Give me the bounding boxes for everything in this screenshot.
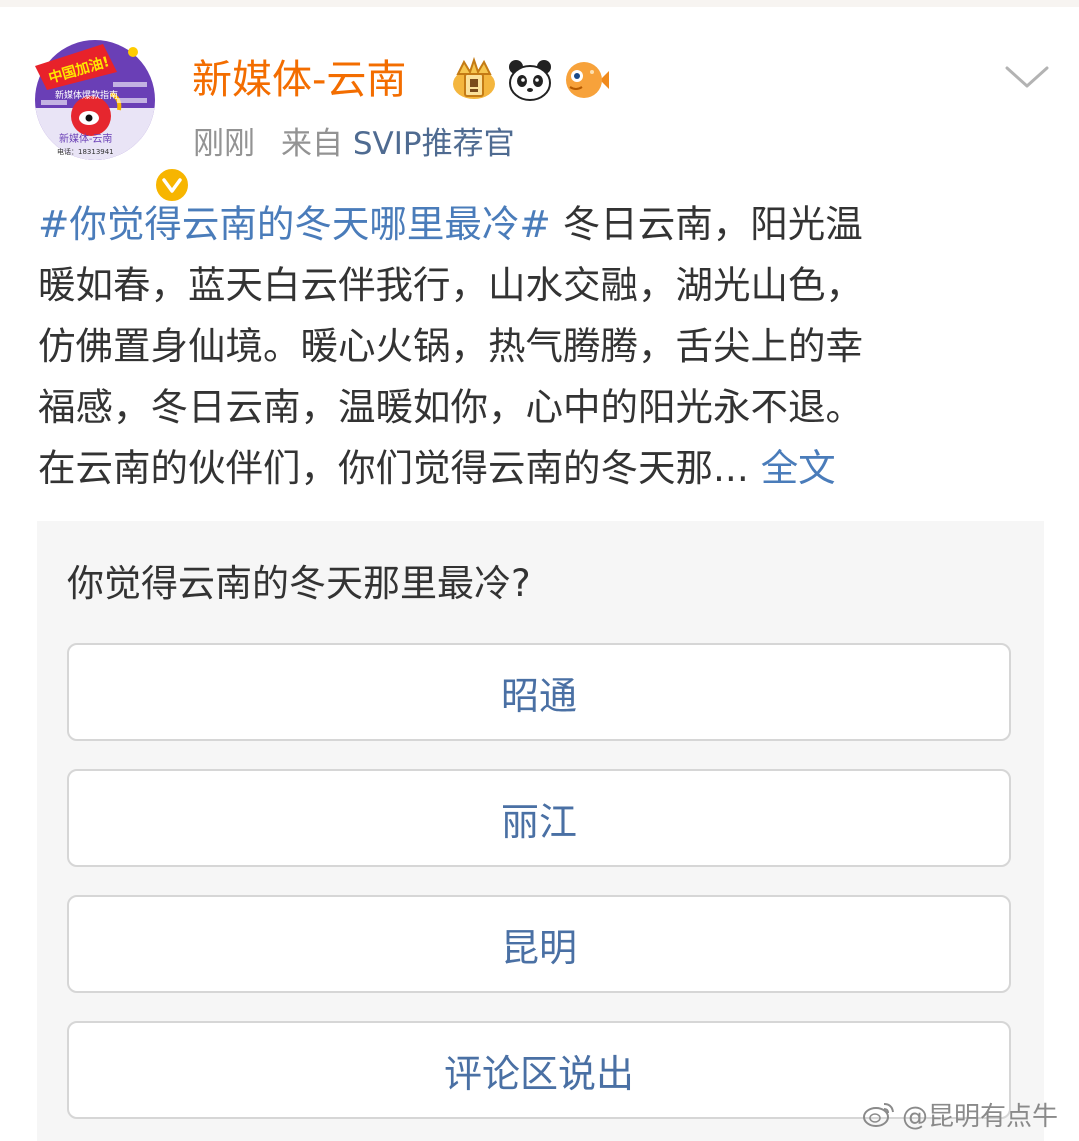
avatar-line1-text: 新媒体爆款指南: [55, 89, 118, 101]
post-text-line-5: 在云南的伙伴们，你们觉得云南的冬天那... 全文: [38, 438, 1048, 499]
avatar[interactable]: 中国加油! 新媒体爆款指南 新媒体-云南 电话：18313941: [33, 38, 191, 204]
full-text-link[interactable]: 全文: [761, 446, 836, 490]
from-label: 来自: [281, 126, 343, 162]
chevron-down-icon[interactable]: [1004, 62, 1050, 92]
post-meta: 刚刚 来自 SVIP推荐官: [193, 122, 515, 166]
post-text-line-2: 暖如春，蓝天白云伴我行，山水交融，湖光山色，: [38, 263, 863, 307]
weibo-post-page: 中国加油! 新媒体爆款指南 新媒体-云南 电话：18313941 新媒体-云南: [0, 0, 1079, 1141]
weibo-logo-icon: [863, 1103, 894, 1127]
post-text-line-4: 福感，冬日云南，温暖如你，心中的阳光永不退。: [38, 385, 863, 429]
post-time: 刚刚: [193, 126, 255, 162]
top-divider: [0, 0, 1079, 7]
poll-question: 你觉得云南的冬天那里最冷?: [67, 562, 531, 605]
poll-option-kunming[interactable]: 昆明: [67, 895, 1011, 993]
post-text-line-1: #你觉得云南的冬天哪里最冷# 冬日云南，阳光温: [38, 194, 1048, 255]
watermark-text: @昆明有点牛: [902, 1101, 1059, 1132]
post-text-line-5-text: 在云南的伙伴们，你们觉得云南的冬天那...: [38, 446, 761, 490]
post-text-line-1-rest: 冬日云南，阳光温: [550, 202, 863, 246]
panda-badge-icon[interactable]: [506, 56, 554, 104]
fish-badge-icon[interactable]: [562, 56, 610, 104]
post-source[interactable]: SVIP推荐官: [353, 126, 515, 162]
avatar-phone-text: 电话：18313941: [57, 147, 114, 156]
hashtag-link[interactable]: #你觉得云南的冬天哪里最冷#: [38, 202, 551, 246]
watermark: @昆明有点牛: [862, 1094, 1058, 1134]
avatar-image: 中国加油! 新媒体爆款指南 新媒体-云南 电话：18313941: [35, 40, 155, 160]
poll-option-lijiang[interactable]: 丽江: [67, 769, 1011, 867]
poll-card: 你觉得云南的冬天那里最冷? 昭通 丽江 昆明 评论区说出: [37, 521, 1044, 1141]
poll-option-zhaotong[interactable]: 昭通: [67, 643, 1011, 741]
crown-badge-icon[interactable]: [450, 56, 498, 104]
user-badges: [450, 56, 618, 104]
post-text: #你觉得云南的冬天哪里最冷# 冬日云南，阳光温 暖如春，蓝天白云伴我行，山水交融…: [38, 194, 1048, 499]
post-text-line-3: 仿佛置身仙境。暖心火锅，热气腾腾，舌尖上的幸: [38, 324, 863, 368]
username[interactable]: 新媒体-云南: [192, 52, 406, 108]
avatar-bottom-text: 新媒体-云南: [59, 132, 112, 145]
